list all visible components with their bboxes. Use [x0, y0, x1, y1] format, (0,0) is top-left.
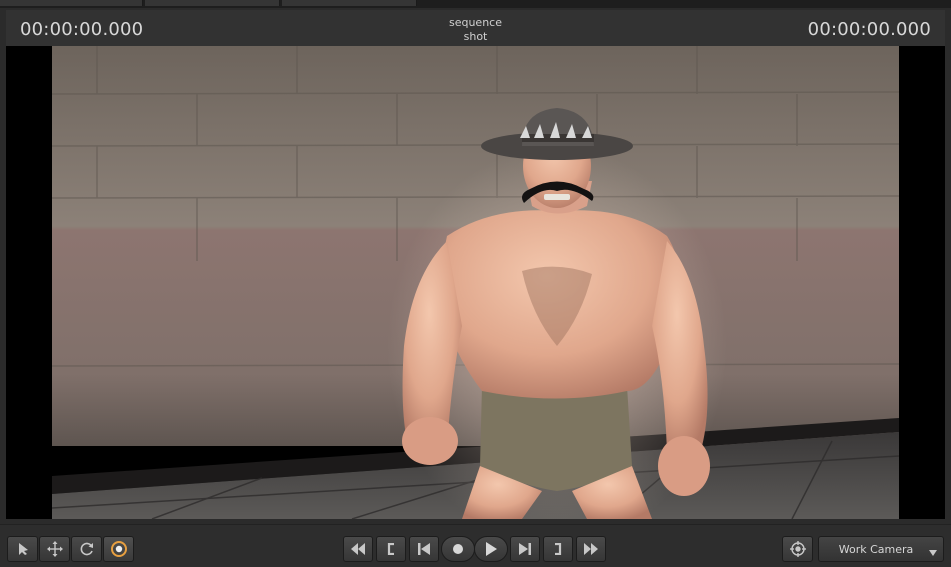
camera-select[interactable]: Work Camera	[818, 536, 944, 562]
target-tool-button[interactable]	[103, 536, 134, 562]
panel-tab[interactable]	[282, 0, 417, 6]
crosshair-icon	[789, 541, 806, 557]
target-ring-icon	[110, 540, 128, 558]
play-button[interactable]	[474, 536, 508, 562]
scene-render	[52, 46, 899, 519]
panel-tab-strip	[0, 0, 951, 8]
fast-forward-icon	[583, 543, 599, 555]
camera-select-label: Work Camera	[838, 542, 914, 556]
timecode-right: 00:00:00.000	[807, 19, 931, 40]
move-tool-button[interactable]	[39, 536, 70, 562]
camera-target-button[interactable]	[782, 536, 813, 562]
play-icon	[485, 542, 497, 556]
3d-viewport[interactable]	[6, 46, 945, 519]
rewind-icon	[350, 543, 366, 555]
sequence-label: sequence	[448, 16, 502, 29]
record-button[interactable]	[441, 536, 475, 562]
mark-in-icon	[386, 543, 396, 555]
panel-tab[interactable]	[0, 0, 143, 6]
viewer-header: 00:00:00.000 sequence shot 00:00:00.000	[6, 10, 945, 46]
bottom-toolbar: Work Camera	[0, 524, 951, 567]
chevron-down-icon	[929, 546, 937, 559]
rewind-button[interactable]	[343, 536, 373, 562]
mark-out-button[interactable]	[543, 536, 573, 562]
select-tool-button[interactable]	[7, 536, 38, 562]
select-arrow-icon	[16, 542, 30, 556]
skip-to-end-button[interactable]	[510, 536, 540, 562]
move-arrows-icon	[46, 541, 63, 557]
panel-tab[interactable]	[145, 0, 280, 6]
mark-out-icon	[553, 543, 563, 555]
rotate-tool-button[interactable]	[71, 536, 102, 562]
scene-image	[52, 46, 899, 519]
skip-to-end-icon	[518, 543, 532, 555]
mark-in-button[interactable]	[376, 536, 406, 562]
skip-to-start-button[interactable]	[409, 536, 439, 562]
shot-label: shot	[463, 30, 488, 43]
record-icon	[452, 543, 464, 555]
rotate-icon	[79, 541, 95, 557]
fast-forward-button[interactable]	[576, 536, 606, 562]
skip-to-start-icon	[417, 543, 431, 555]
